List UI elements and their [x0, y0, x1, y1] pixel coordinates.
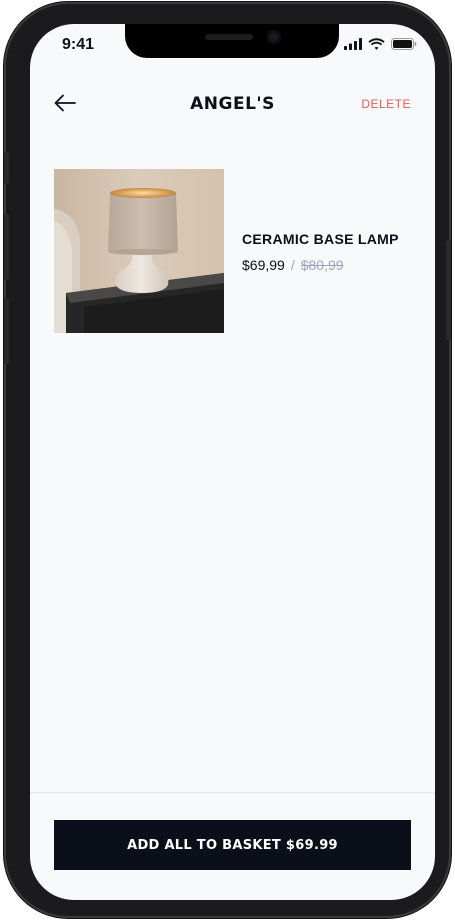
volume-down-button	[4, 298, 9, 364]
price-row: $69,99 / $80,99	[242, 257, 411, 273]
footer-divider	[30, 792, 435, 793]
original-price: $80,99	[300, 257, 344, 273]
battery-icon	[391, 38, 417, 50]
product-image[interactable]	[54, 169, 224, 333]
current-price: $69,99	[242, 257, 285, 273]
delete-button[interactable]: DELETE	[361, 97, 411, 111]
mute-switch	[4, 152, 9, 184]
phone-frame: 9:41 ANGEL'S DELETE CERAMIC BASE LAMP $6…	[4, 2, 451, 918]
product-info: CERAMIC BASE LAMP $69,99 / $80,99	[242, 231, 411, 273]
add-all-to-basket-button[interactable]: ADD ALL TO BASKET $69.99	[54, 820, 411, 870]
list-item[interactable]: CERAMIC BASE LAMP $69,99 / $80,99	[54, 169, 411, 333]
status-icons	[344, 38, 417, 50]
status-bar: 9:41	[30, 24, 435, 68]
volume-up-button	[4, 214, 9, 280]
screen: 9:41 ANGEL'S DELETE CERAMIC BASE LAMP $6…	[30, 24, 435, 900]
speaker-grille	[205, 34, 253, 40]
status-time: 9:41	[62, 36, 95, 53]
product-name[interactable]: CERAMIC BASE LAMP	[242, 231, 411, 247]
notch	[125, 24, 339, 58]
lamp-photo	[54, 169, 224, 333]
power-button	[446, 240, 451, 340]
front-camera	[267, 30, 281, 44]
price-separator: /	[290, 257, 295, 273]
cellular-signal-icon	[344, 38, 362, 50]
wifi-icon	[368, 38, 385, 50]
